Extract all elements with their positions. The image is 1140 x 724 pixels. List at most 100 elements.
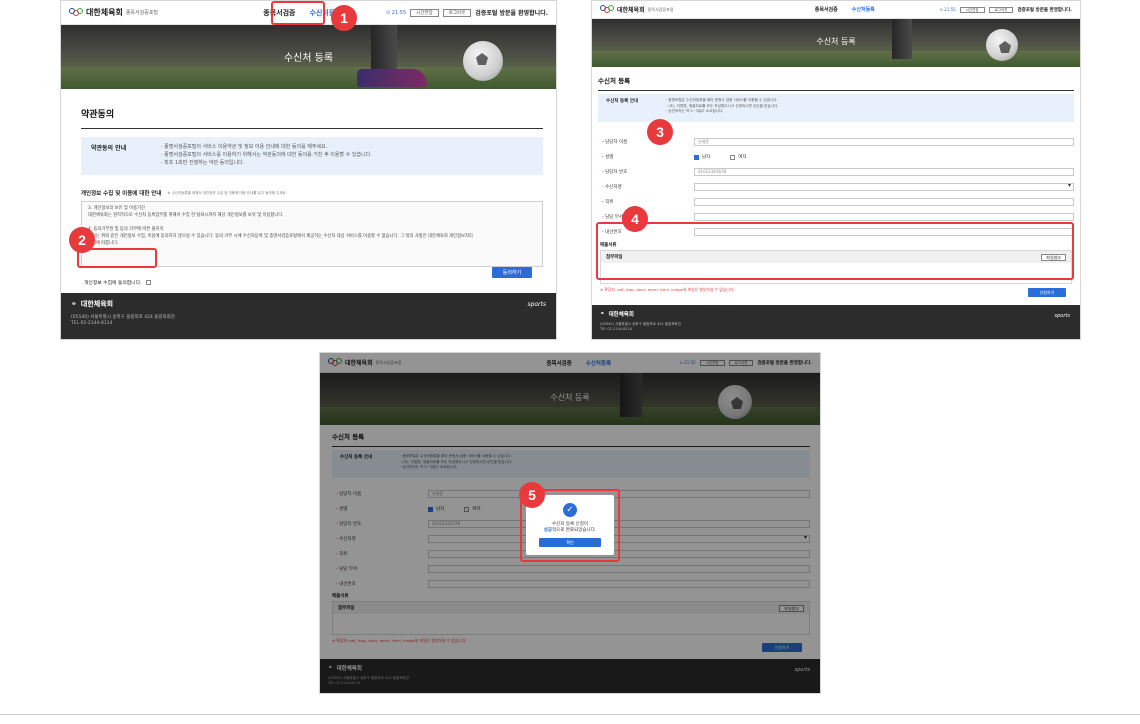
department-input[interactable]	[694, 213, 1074, 221]
nav-verify[interactable]: 종목서검증	[815, 6, 838, 13]
page-title: 수신처 등록	[598, 77, 631, 85]
privacy-line: 3. 개인정보의 보유 및 이용기간	[88, 206, 145, 211]
welcome-text: 검증포털 방문을 환영합니다.	[475, 10, 548, 17]
manager-name-input[interactable]: 신재윤	[694, 138, 1074, 146]
footer-sponsor-logo: sports	[527, 301, 546, 308]
registration-info-label: 수신처 등록 안내	[606, 99, 639, 104]
page-title: 약관동의	[81, 110, 115, 120]
highlight-box-nav	[271, 1, 325, 25]
gender-male-label: 남자	[702, 155, 711, 160]
position-input[interactable]	[694, 198, 1074, 206]
logo-subtitle: 종목서검증포털	[647, 6, 674, 12]
extend-button[interactable]: 시간연장	[959, 6, 985, 13]
registration-info-box: 수신처 등록 안내 · 종명포털은 수신처등록을 해야 문명서 검증 서비스를 …	[598, 94, 1074, 122]
footer-logo-text: 대한체육회	[608, 312, 634, 318]
footer-rings-icon: ⚭	[71, 300, 77, 308]
agree-label: 개인정보 수집에 동의합니다.	[84, 280, 142, 286]
field-manager-phone: · 담당자 번호 01012345678	[598, 166, 1074, 178]
manager-phone-input[interactable]: 01012345678	[694, 168, 1074, 176]
agree-checkbox[interactable]	[145, 279, 151, 285]
privacy-line: 방침에 따릅니다.	[88, 241, 119, 246]
privacy-line: 귀하는 위와 같은 개인정보 수집, 이용에 동의하지 않으실 수 있습니다. …	[88, 234, 473, 239]
recipient-select[interactable]	[694, 183, 1074, 191]
step-badge-2: 2	[69, 227, 95, 253]
gender-female-label: 여자	[738, 155, 747, 160]
olympic-rings-icon	[600, 4, 614, 15]
welcome-text: 검증포털 방문을 환영합니다.	[1017, 7, 1072, 13]
screenshot-terms-agreement: 대한체육회 종목서검증포털 종목서검증 수신처등록 ⊙ 21:55 시간연장 로…	[60, 0, 557, 340]
bottom-divider	[0, 714, 1140, 715]
field-recipient: · 수신처명	[598, 181, 1074, 193]
site-header: 대한체육회 종목서검증포털 종목서검증 수신처등록 ⊙ 21:55 시간연장 로…	[592, 1, 1080, 19]
field-label: 성별	[605, 155, 614, 160]
session-timer: ⊙ 21:55	[939, 7, 956, 12]
submit-button[interactable]: 신청하기	[1028, 288, 1066, 297]
site-logo[interactable]: 대한체육회 종목서검증포털	[600, 4, 750, 15]
screenshot-success-modal: 대한체육회 종목서검증포털 종목서검증 수신처등록 ⊙ 21:55 시간연장 로…	[319, 352, 821, 694]
field-label: 담당자 이름	[605, 140, 628, 145]
hero-title: 수신처 등록	[816, 37, 856, 46]
footer-logo: ⚭ 대한체육회	[600, 310, 1072, 318]
session-timer: ⊙ 21:55	[385, 9, 407, 16]
highlight-box-attachment	[596, 222, 1074, 280]
site-footer: ⚭ 대한체육회 (05540) 서울특별시 송파구 올림픽로 424 올림픽회관 …	[61, 293, 556, 339]
gender-male-checkbox[interactable]	[694, 154, 699, 160]
nav-register[interactable]: 수신처등록	[852, 6, 875, 13]
logout-button[interactable]: 로그아웃	[988, 6, 1014, 13]
screenshot-registration-form: 대한체육회 종목서검증포털 종목서검증 수신처등록 ⊙ 21:55 시간연장 로…	[591, 0, 1081, 340]
olympic-rings-icon	[69, 7, 83, 18]
terms-line: · 최초 1회만 진행하는 약관 동의입니다.	[161, 160, 245, 166]
field-label: 수신처명	[605, 185, 622, 190]
attachment-error-text: ※ 확장자: pdf, hwp, docx, excel, html, imag…	[600, 287, 735, 292]
footer-sponsor-logo: sports	[1054, 313, 1070, 319]
step-badge-3: 3	[647, 119, 673, 145]
info-line: · 종명포털은 수신처등록을 해야 문명서 검증 서비스를 이용할 수 있습니다…	[666, 98, 778, 102]
extend-button[interactable]: 시간연장	[410, 8, 439, 17]
privacy-line: 4. 동의거부권 및 동의 거부에 따른 불이익	[88, 227, 164, 232]
footer-phone: TEL 02-2144-8114	[600, 327, 633, 331]
hero-banner: 수신처 등록	[592, 19, 1080, 67]
divider	[81, 128, 543, 129]
privacy-heading: 개인정보 수집 및 이용에 대한 안내 ※ 수신처등록을 위해서 개인정보 수집…	[81, 189, 543, 198]
soccer-shoe-image	[357, 69, 427, 87]
gender-female-checkbox[interactable]	[730, 154, 736, 160]
info-line: · 승인까지는 약 2~3일이 소요됩니다.	[666, 109, 724, 113]
terms-info-lines: · 종명서검증포털의 서비스 이용약관 및 정보 이용 안내에 대한 동의를 해…	[161, 143, 372, 169]
hero-title: 수신처 등록	[283, 53, 334, 64]
terms-info-label: 약관동의 안내	[91, 145, 127, 152]
agree-button[interactable]: 동의하기	[492, 267, 532, 278]
registration-info-lines: · 종명포털은 수신처등록을 해야 문명서 검증 서비스를 이용할 수 있습니다…	[666, 98, 778, 118]
hero-banner: 수신처 등록	[61, 25, 556, 89]
field-gender: · 성별 남자 여자	[602, 154, 747, 160]
logo-text: 대한체육회	[617, 7, 645, 14]
agree-row: 개인정보 수집에 동의합니다.	[81, 277, 543, 287]
header-utility: ⊙ 21:55 시간연장 로그아웃 검증포털 방문을 환영합니다.	[386, 8, 548, 17]
footer-phone: TEL 02-2144-8114	[71, 321, 113, 326]
site-logo[interactable]: 대한체육회 종목서검증포털	[69, 7, 219, 18]
terms-info-box: 약관동의 안내 · 종명서검증포털의 서비스 이용약관 및 정보 이용 안내에 …	[81, 137, 543, 175]
step-badge-1: 1	[331, 5, 357, 31]
site-footer: ⚭ 대한체육회 (05540) 서울특별시 송파구 올림픽로 424 올림픽회관 …	[592, 305, 1080, 339]
step-badge-5: 5	[519, 482, 545, 508]
privacy-title: 개인정보 수집 및 이용에 대한 안내	[81, 191, 162, 197]
highlight-box-agree	[77, 248, 157, 268]
step-badge-4: 4	[622, 206, 648, 232]
footer-logo: ⚭ 대한체육회	[71, 299, 546, 309]
field-position: · 직위	[598, 196, 1074, 208]
logout-button[interactable]: 로그아웃	[442, 8, 472, 17]
main-nav: 종목서검증 수신처등록	[750, 6, 940, 13]
terms-line: · 종명서검증포털의 서비스 이용약관 및 정보 이용 안내에 대한 동의를 해…	[161, 144, 328, 150]
footer-logo-text: 대한체육회	[80, 300, 114, 308]
field-label: 직위	[605, 200, 614, 205]
footer-rings-icon: ⚭	[600, 311, 605, 317]
privacy-line: 대한체육회는 원칙적으로 수신처 등록업무를 위해서 수집 한 탈퇴시까지 해당…	[88, 213, 284, 218]
logo-text: 대한체육회	[86, 8, 123, 17]
logo-subtitle: 종목서검증포털	[125, 10, 159, 16]
gender-radio-group: 남자 여자	[694, 154, 747, 160]
field-label: 담당자 번호	[605, 170, 628, 175]
privacy-note: ※ 수신처등록을 위해서 개인정보 수집 및 이용에 대한 안내를 읽고 동의해…	[167, 190, 287, 195]
header-utility: ⊙ 21:55 시간연장 로그아웃 검증포털 방문을 환영합니다.	[939, 6, 1072, 13]
field-label: 담당 부서	[605, 215, 624, 220]
divider	[598, 90, 1074, 91]
